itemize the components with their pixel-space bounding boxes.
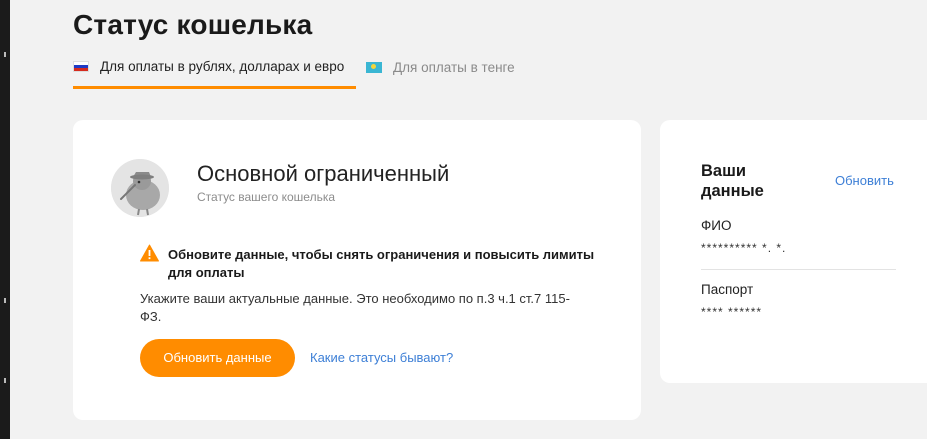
status-name: Основной ограниченный bbox=[197, 161, 450, 186]
tab-rub-usd-eur[interactable]: Для оплаты в рублях, долларах и евро bbox=[73, 58, 356, 89]
statuses-info-link[interactable]: Какие статусы бывают? bbox=[310, 350, 453, 365]
full-name-value: ********** *. *. bbox=[701, 241, 787, 255]
desktop-edge-strip bbox=[0, 0, 10, 439]
tab-label: Для оплаты в рублях, долларах и евро bbox=[100, 58, 345, 74]
divider bbox=[701, 269, 896, 270]
your-data-title: Ваши данные bbox=[701, 162, 764, 200]
kiwi-bird-avatar bbox=[111, 159, 169, 217]
status-subtitle: Статус вашего кошелька bbox=[197, 190, 336, 204]
passport-value: **** ****** bbox=[701, 305, 763, 319]
tab-tenge[interactable]: Для оплаты в тенге bbox=[366, 58, 515, 89]
page-title: Статус кошелька bbox=[73, 9, 313, 40]
full-name-label: ФИО bbox=[701, 218, 732, 233]
passport-label: Паспорт bbox=[701, 282, 754, 297]
refresh-data-link[interactable]: Обновить bbox=[835, 173, 894, 188]
ru-flag-icon bbox=[73, 60, 89, 72]
warning-icon bbox=[140, 244, 159, 262]
tab-label: Для оплаты в тенге bbox=[393, 60, 515, 75]
wallet-status-card: Основной ограниченный Статус вашего коше… bbox=[73, 120, 641, 420]
your-data-card: Ваши данные Обновить ФИО ********** *. *… bbox=[660, 120, 927, 383]
update-data-button[interactable]: Обновить данные bbox=[140, 339, 295, 377]
warning-message: Обновите данные, чтобы снять ограничения… bbox=[168, 247, 595, 280]
kz-flag-icon bbox=[366, 62, 382, 73]
info-message: Укажите ваши актуальные данные. Это необ… bbox=[140, 291, 570, 324]
